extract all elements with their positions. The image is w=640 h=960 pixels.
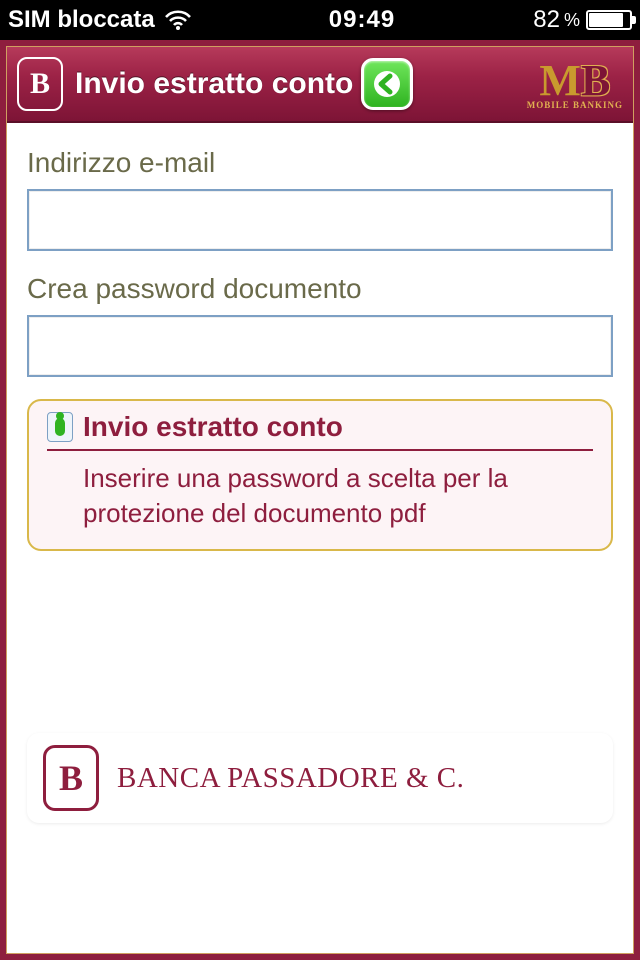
wifi-icon bbox=[165, 10, 191, 30]
mb-logo: MB MOBILE BANKING bbox=[527, 59, 623, 110]
email-label: Indirizzo e-mail bbox=[27, 147, 613, 179]
password-label: Crea password documento bbox=[27, 273, 613, 305]
info-title: Invio estratto conto bbox=[83, 411, 343, 443]
status-time: 09:49 bbox=[191, 6, 534, 34]
page-title: Invio estratto conto bbox=[75, 67, 353, 101]
bank-monogram-icon: B bbox=[17, 57, 63, 111]
pct-sign: % bbox=[564, 10, 580, 31]
status-right: 82 % bbox=[533, 6, 632, 34]
mb-logo-m: M bbox=[539, 56, 581, 105]
password-input[interactable] bbox=[27, 315, 613, 377]
mb-logo-b: B bbox=[581, 56, 610, 105]
email-field-block: Indirizzo e-mail bbox=[27, 147, 613, 251]
mb-logo-sub: MOBILE BANKING bbox=[527, 101, 623, 110]
info-head: Invio estratto conto bbox=[47, 411, 593, 451]
bank-logo-icon: B bbox=[43, 745, 99, 811]
header-bar: B Invio estratto conto MB MOBILE BANKING bbox=[7, 47, 633, 123]
battery-icon bbox=[586, 10, 632, 30]
bank-footer: B BANCA PASSADORE & C. bbox=[27, 733, 613, 823]
content-area: Indirizzo e-mail Crea password documento… bbox=[7, 123, 633, 953]
info-text: Inserire una password a scelta per la pr… bbox=[47, 461, 593, 531]
info-icon bbox=[47, 412, 73, 442]
password-field-block: Crea password documento bbox=[27, 273, 613, 377]
status-bar: SIM bloccata 09:49 82 % bbox=[0, 0, 640, 40]
info-box: Invio estratto conto Inserire una passwo… bbox=[27, 399, 613, 551]
app-frame: B Invio estratto conto MB MOBILE BANKING… bbox=[0, 40, 640, 960]
app-inner: B Invio estratto conto MB MOBILE BANKING… bbox=[6, 46, 634, 954]
arrow-left-icon bbox=[372, 69, 402, 99]
back-button[interactable] bbox=[361, 58, 413, 110]
bank-name: BANCA PASSADORE & C. bbox=[117, 762, 464, 795]
carrier-text: SIM bloccata bbox=[8, 6, 155, 34]
battery-pct: 82 bbox=[533, 6, 560, 34]
email-input[interactable] bbox=[27, 189, 613, 251]
status-left: SIM bloccata bbox=[8, 6, 191, 34]
